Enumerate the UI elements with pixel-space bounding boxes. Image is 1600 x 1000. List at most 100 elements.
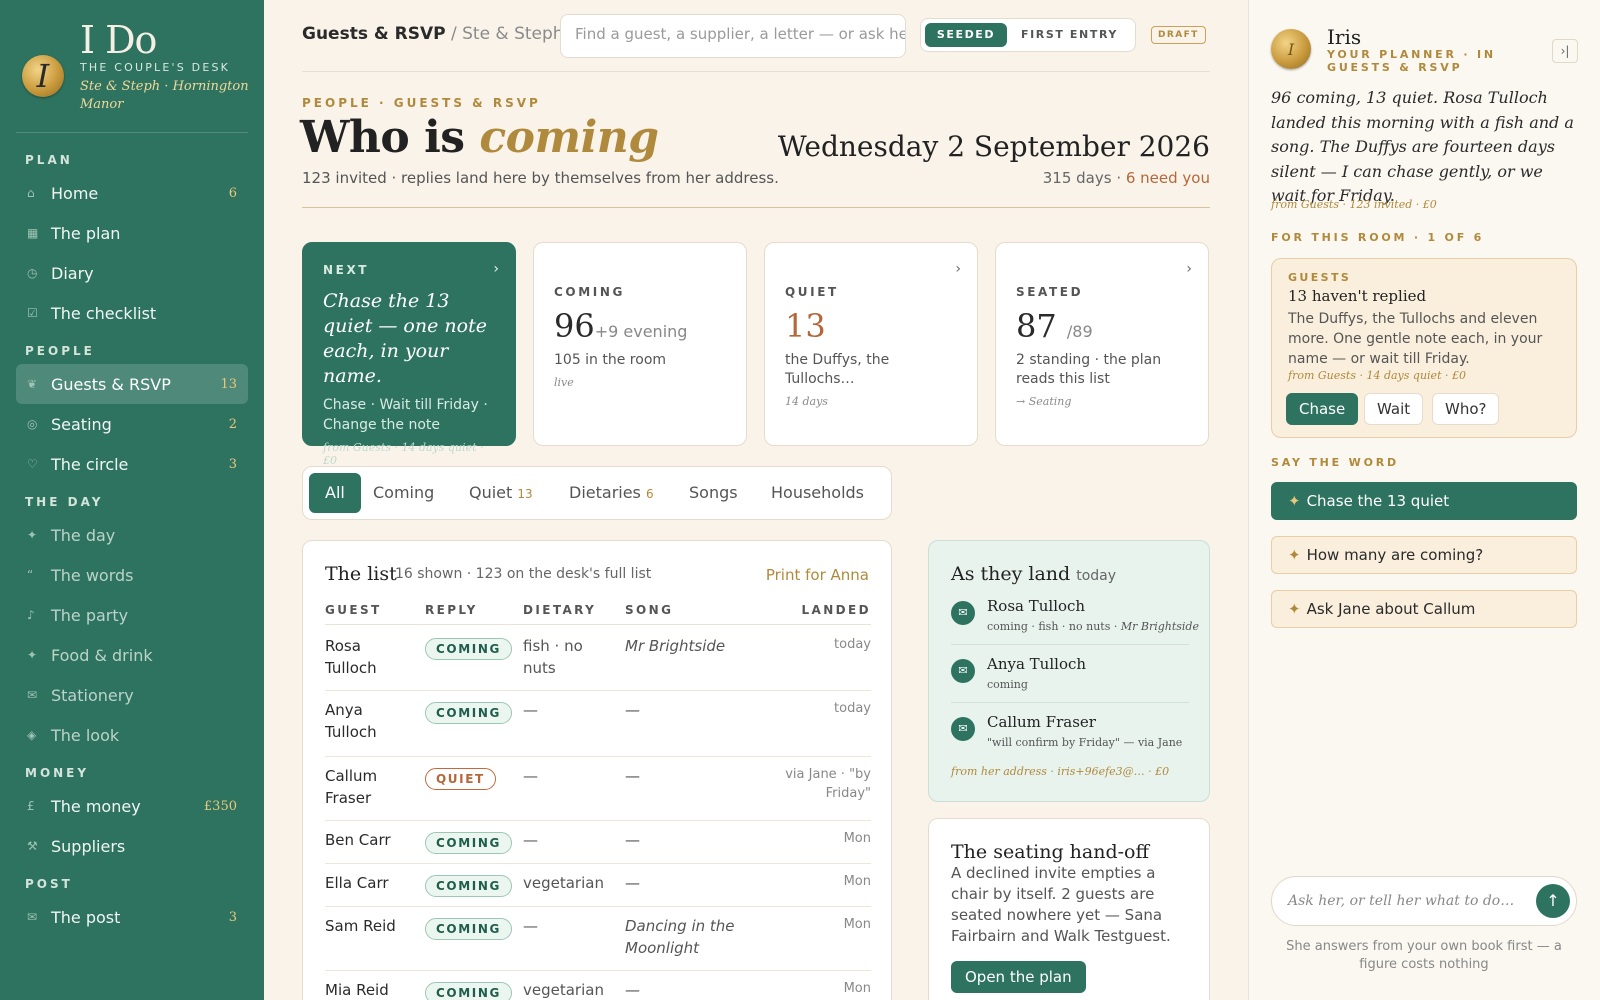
dietary-value: vegetarian xyxy=(523,874,604,892)
people-icon: ❦ xyxy=(27,377,38,391)
who-button[interactable]: Who? xyxy=(1432,393,1500,425)
send-arrow-icon[interactable]: ↑ xyxy=(1536,884,1570,918)
land-meta: coming · fish · no nuts · Mr Brightside xyxy=(987,620,1199,633)
column-header[interactable]: LANDED xyxy=(802,603,872,617)
sidebar-item-the-checklist[interactable]: ☑ The checklist xyxy=(16,293,248,333)
landed-value: via Jane · "by Friday" xyxy=(785,767,871,801)
pound-icon: £ xyxy=(27,799,35,813)
filter-tab-dietaries[interactable]: Dietaries 6 xyxy=(569,473,654,513)
sidebar-item-stationery[interactable]: ✉ Stationery xyxy=(16,675,248,715)
breadcrumb-couple[interactable]: Ste & Steph xyxy=(462,24,563,44)
breadcrumb-current[interactable]: Guests & RSVP xyxy=(302,24,446,44)
guest-name[interactable]: Mia Reid xyxy=(325,979,415,1000)
table-row[interactable]: Callum Fraser QUIET — — via Jane · "by Frida… xyxy=(325,757,871,821)
filter-tab-households[interactable]: Households xyxy=(771,473,864,513)
next-action-options[interactable]: Chase · Wait till Friday · Change the no… xyxy=(323,395,495,435)
brand: I I Do THE COUPLE'S DESK Ste & Steph · H… xyxy=(0,0,264,134)
column-header[interactable]: GUEST xyxy=(325,603,382,617)
filter-tab-quiet[interactable]: Quiet 13 xyxy=(469,473,533,513)
next-action-card[interactable]: NEXT › Chase the 13 quiet — one note eac… xyxy=(302,242,516,467)
filter-tab-songs[interactable]: Songs xyxy=(689,473,738,513)
suggestion-body: The Duffys, the Tullochs and eleven more… xyxy=(1288,311,1543,367)
couple-venue: Ste & Steph · Hornington Manor xyxy=(80,79,249,112)
wait-button[interactable]: Wait xyxy=(1364,393,1424,425)
page-eyebrow: PEOPLE · GUESTS & RSVP xyxy=(302,96,541,110)
quiet-count: 13 xyxy=(785,307,826,345)
wax-seal-icon: I xyxy=(1271,29,1311,69)
grid-icon: ▦ xyxy=(27,226,39,240)
sidebar-item-the-money[interactable]: £ The money £350 xyxy=(16,786,248,826)
table-row[interactable]: Mia Reid COMING vegetarian — Mon xyxy=(325,971,871,1000)
chase-button[interactable]: Chase xyxy=(1286,393,1359,425)
coming-card[interactable]: COMING 96+9 evening 105 in the room live xyxy=(533,242,747,446)
dietary-value: — xyxy=(523,917,538,935)
guest-name[interactable]: Ella Carr xyxy=(325,872,415,894)
need-you-link[interactable]: 6 need you xyxy=(1126,169,1210,187)
column-header[interactable]: DIETARY xyxy=(523,603,596,617)
collapse-panel-icon[interactable]: ›| xyxy=(1552,39,1578,63)
reply-badge: COMING xyxy=(425,832,512,854)
land-item[interactable]: ✉ Anya Tulloch coming xyxy=(951,655,1189,703)
seated-card[interactable]: › SEATED 87 /89 2 standing · the plan re… xyxy=(995,242,1209,446)
land-source: from her address · iris+96efe3@… · £0 xyxy=(951,765,1170,778)
guest-name[interactable]: Ben Carr xyxy=(325,829,415,851)
quick-prompt-ask-jane[interactable]: ✦ Ask Jane about Callum xyxy=(1271,590,1577,628)
filter-tab-coming[interactable]: Coming xyxy=(373,473,434,513)
card-source: from Guests · 14 days quiet · £0 xyxy=(323,441,484,467)
sidebar-item-seating[interactable]: ◎ Seating 2 xyxy=(16,404,248,444)
sidebar-item-the-look[interactable]: ◈ The look xyxy=(16,715,248,755)
card-label: SEATED xyxy=(1016,285,1084,299)
ask-input[interactable]: Ask her, or tell her what to do… ↑ xyxy=(1271,876,1577,926)
sidebar-item-food-drink[interactable]: ✦ Food & drink xyxy=(16,635,248,675)
clock-icon: ◷ xyxy=(27,266,38,280)
guest-name[interactable]: Anya Tulloch xyxy=(325,699,415,743)
sidebar-item-label: Guests & RSVP xyxy=(51,374,171,394)
table-row[interactable]: Rosa Tulloch COMING fish · no nuts Mr Brigh… xyxy=(325,627,871,691)
guest-name[interactable]: Callum Fraser xyxy=(325,765,415,809)
suggestion-source: from Guests · 14 days quiet · £0 xyxy=(1288,369,1466,382)
seating-title: The seating hand-off xyxy=(951,841,1149,863)
open-plan-button[interactable]: Open the plan xyxy=(951,961,1086,993)
sidebar-item-the-post[interactable]: ✉ The post 3 xyxy=(16,897,248,937)
toggle-seeded[interactable]: SEEDED xyxy=(925,23,1007,47)
search-input[interactable]: Find a guest, a supplier, a letter — or … xyxy=(560,14,906,58)
guest-name[interactable]: Rosa Tulloch xyxy=(325,635,415,679)
sidebar-item-label: Seating xyxy=(51,414,112,434)
table-row[interactable]: Ben Carr COMING — — Mon xyxy=(325,821,871,864)
filter-tab-all[interactable]: All xyxy=(309,473,361,513)
sidebar-item-the-party[interactable]: ♪ The party xyxy=(16,595,248,635)
column-header[interactable]: REPLY xyxy=(425,603,478,617)
guest-name[interactable]: Sam Reid xyxy=(325,915,415,937)
card-foot: live xyxy=(554,376,574,389)
page-title: Who is coming xyxy=(300,112,659,163)
print-link[interactable]: Print for Anna xyxy=(766,566,869,584)
toggle-first-entry[interactable]: FIRST ENTRY xyxy=(1021,23,1118,47)
sidebar-item-the-plan[interactable]: ▦ The plan xyxy=(16,213,248,253)
quick-prompt-chase[interactable]: ✦ Chase the 13 quiet xyxy=(1271,482,1577,520)
sidebar-item-suppliers[interactable]: ⚒ Suppliers xyxy=(16,826,248,866)
chevron-right-icon[interactable]: › xyxy=(955,261,961,277)
sidebar-item-label: The day xyxy=(51,525,116,545)
chevron-right-icon[interactable]: › xyxy=(1186,261,1192,277)
sidebar-item-the-words[interactable]: “ The words xyxy=(16,555,248,595)
land-item[interactable]: ✉ Callum Fraser "will confirm by Friday" —… xyxy=(951,713,1189,753)
column-header[interactable]: SONG xyxy=(625,603,673,617)
sidebar-item-the-circle[interactable]: ♡ The circle 3 xyxy=(16,444,248,484)
sidebar-item-the-day[interactable]: ✦ The day xyxy=(16,515,248,555)
table-row[interactable]: Anya Tulloch COMING — — today xyxy=(325,691,871,757)
envelope-icon: ✉ xyxy=(951,601,975,625)
next-action-title: Chase the 13 quiet — one note each, in y… xyxy=(323,290,487,387)
mode-toggle[interactable]: SEEDED FIRST ENTRY xyxy=(920,18,1136,52)
land-item[interactable]: ✉ Rosa Tulloch coming · fish · no nuts · M… xyxy=(951,597,1199,645)
seating-link[interactable]: → Seating xyxy=(1016,395,1188,408)
header-divider xyxy=(302,207,1210,208)
quiet-card[interactable]: › QUIET 13 the Duffys, the Tullochs… 14 … xyxy=(764,242,978,446)
table-row[interactable]: Sam Reid COMING — Dancing in the Moonlight M… xyxy=(325,907,871,971)
chevron-right-icon[interactable]: › xyxy=(493,261,499,277)
app-logo[interactable]: I Do xyxy=(80,18,157,62)
table-row[interactable]: Ella Carr COMING vegetarian — Mon xyxy=(325,864,871,907)
sidebar-item-guests-rsvp[interactable]: ❦ Guests & RSVP 13 xyxy=(16,364,248,404)
sidebar-item-diary[interactable]: ◷ Diary xyxy=(16,253,248,293)
quick-prompt-how-many[interactable]: ✦ How many are coming? xyxy=(1271,536,1577,574)
sidebar-item-home[interactable]: ⌂ Home 6 xyxy=(16,173,248,213)
